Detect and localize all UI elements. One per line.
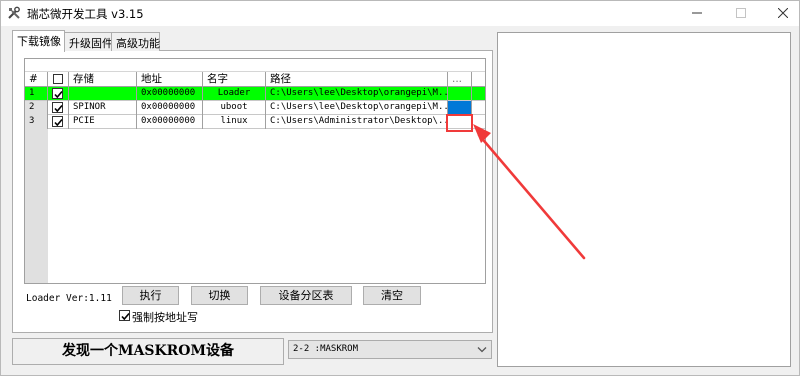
force-write-label: 强制按地址写 xyxy=(132,311,198,324)
tab-label: 高级功能 xyxy=(116,37,160,50)
device-select[interactable]: 2-2 :MASKROM xyxy=(288,340,492,359)
tools-icon xyxy=(8,6,20,19)
table-row[interactable]: 2 SPINOR 0x00000000 uboot C:\Users\lee\D… xyxy=(25,101,485,115)
maximize-button[interactable] xyxy=(723,1,759,25)
row-checkbox-cell[interactable] xyxy=(48,101,69,115)
row-number: 3 xyxy=(25,115,48,129)
row-checkbox[interactable] xyxy=(52,102,63,113)
checkmark-icon xyxy=(54,104,63,113)
column-header-address: 地址 xyxy=(137,72,203,87)
grid-header: # 存储 地址 名字 路径 ... xyxy=(25,72,485,87)
log-pane[interactable] xyxy=(497,32,791,367)
device-select-value: 2-2 :MASKROM xyxy=(293,344,359,354)
row-checkbox[interactable] xyxy=(52,116,63,127)
row-number: 2 xyxy=(25,101,48,115)
column-header-num: # xyxy=(25,72,48,87)
tab-label: 升级固件 xyxy=(69,37,113,50)
select-all-checkbox[interactable] xyxy=(53,74,63,84)
tab-label: 下载镜像 xyxy=(17,35,61,48)
close-icon xyxy=(778,8,788,18)
title-bar: 瑞芯微开发工具 v3.15 xyxy=(1,1,799,26)
chevron-down-icon xyxy=(477,347,487,353)
column-header-browse: ... xyxy=(448,72,472,87)
path-cell[interactable]: C:\Users\Administrator\Desktop\... xyxy=(266,115,448,129)
column-header-check[interactable] xyxy=(48,72,69,87)
table-row[interactable]: 3 PCIE 0x00000000 linux C:\Users\Adminis… xyxy=(25,115,485,129)
clear-button[interactable]: 清空 xyxy=(363,286,421,305)
checkmark-icon xyxy=(54,90,63,99)
force-write-checkbox[interactable] xyxy=(119,310,130,321)
row-checkbox-cell[interactable] xyxy=(48,115,69,129)
checkmark-icon xyxy=(121,312,130,321)
column-header-path: 路径 xyxy=(266,72,448,87)
browse-cell[interactable] xyxy=(448,87,472,101)
close-button[interactable] xyxy=(765,1,800,25)
image-grid[interactable]: # 存储 地址 名字 路径 ... 1 0x00000000 Loader C:… xyxy=(24,58,486,284)
window-title: 瑞芯微开发工具 v3.15 xyxy=(27,7,144,21)
name-cell[interactable]: Loader xyxy=(203,87,266,101)
storage-cell[interactable] xyxy=(69,87,137,101)
grid-top-bar xyxy=(25,59,485,72)
checkmark-icon xyxy=(54,118,63,127)
name-cell[interactable]: uboot xyxy=(203,101,266,115)
name-cell[interactable]: linux xyxy=(203,115,266,129)
minimize-button[interactable] xyxy=(679,1,715,25)
address-cell[interactable]: 0x00000000 xyxy=(137,101,203,115)
status-message: 发现一个MASKROM设备 xyxy=(12,338,284,365)
switch-button[interactable]: 切换 xyxy=(191,286,248,305)
column-header-name: 名字 xyxy=(203,72,266,87)
minimize-icon xyxy=(692,12,702,14)
tab-download-image[interactable]: 下载镜像 xyxy=(12,30,65,52)
browse-cell[interactable] xyxy=(448,115,472,129)
execute-button[interactable]: 执行 xyxy=(122,286,179,305)
row-number: 1 xyxy=(25,87,48,101)
browse-cell-selected[interactable] xyxy=(448,101,472,115)
storage-cell[interactable]: PCIE xyxy=(69,115,137,129)
path-cell[interactable]: C:\Users\lee\Desktop\orangepi\M... xyxy=(266,87,448,101)
path-cell[interactable]: C:\Users\lee\Desktop\orangepi\M... xyxy=(266,101,448,115)
maximize-icon xyxy=(736,8,746,18)
row-checkbox-cell[interactable] xyxy=(48,87,69,101)
partition-table-button[interactable]: 设备分区表 xyxy=(260,286,352,305)
app-window: 瑞芯微开发工具 v3.15 下载镜像 升级固件 高级功能 # 存储 地址 名字 … xyxy=(0,0,800,376)
tab-upgrade-firmware[interactable]: 升级固件 xyxy=(64,32,113,51)
tab-advanced[interactable]: 高级功能 xyxy=(111,32,160,51)
column-header-storage: 存储 xyxy=(69,72,137,87)
address-cell[interactable]: 0x00000000 xyxy=(137,87,203,101)
loader-version: Loader Ver:1.11 xyxy=(26,293,112,304)
row-checkbox[interactable] xyxy=(52,88,63,99)
storage-cell[interactable]: SPINOR xyxy=(69,101,137,115)
table-row[interactable]: 1 0x00000000 Loader C:\Users\lee\Desktop… xyxy=(25,87,485,101)
address-cell[interactable]: 0x00000000 xyxy=(137,115,203,129)
